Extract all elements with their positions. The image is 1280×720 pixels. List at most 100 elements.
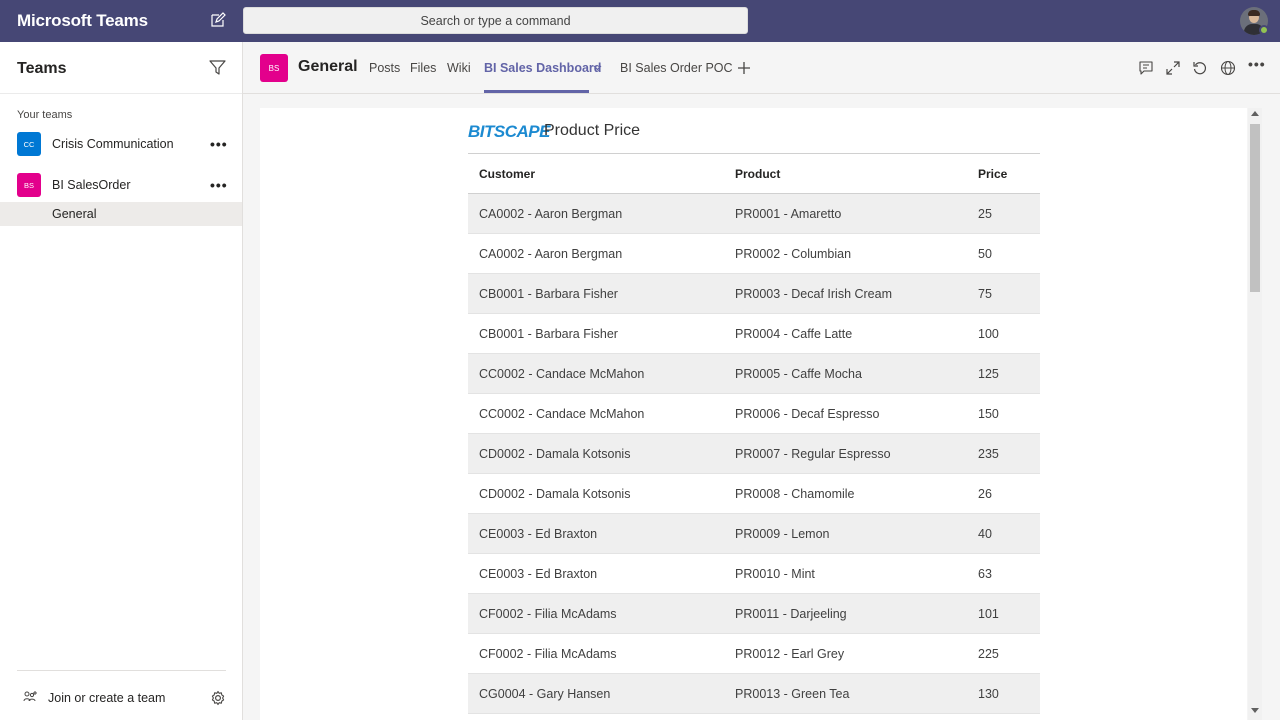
column-header-customer[interactable]: Customer [479,167,535,181]
team-item-crisis-communication[interactable]: CC Crisis Communication ••• [0,126,242,162]
active-tab-indicator [484,90,589,93]
table-row: CF0002 - Filia McAdams PR0012 - Earl Grey… [468,634,1040,674]
join-create-team-link[interactable]: Join or create a team [48,691,165,705]
new-chat-icon[interactable] [210,12,226,28]
globe-icon[interactable] [1220,60,1236,76]
add-tab-icon[interactable] [737,61,751,75]
price-cell: 150 [978,407,999,421]
team-name: BI SalesOrder [52,178,131,192]
table-row: CB0001 - Barbara Fisher PR0004 - Caffe La… [468,314,1040,354]
price-cell: 75 [978,287,992,301]
customer-cell: CA0002 - Aaron Bergman [479,247,623,261]
presence-status-icon [1259,25,1269,35]
product-cell: PR0013 - Green Tea [735,687,850,701]
settings-icon[interactable] [210,690,226,706]
price-cell: 26 [978,487,992,501]
customer-cell: CE0003 - Ed Braxton [479,527,598,541]
product-cell: PR0012 - Earl Grey [735,647,845,661]
table-header-row: Customer Product Price [468,154,1040,194]
customer-cell: CD0002 - Damala Kotsonis [479,447,631,461]
product-cell: PR0010 - Mint [735,567,815,581]
channel-header: BS General Posts Files Wiki BI Sales Das… [243,42,1280,94]
team-avatar: CC [17,132,41,156]
price-cell: 25 [978,207,992,221]
customer-cell: CC0002 - Candace McMahon [479,367,645,381]
tab-posts[interactable]: Posts [369,61,400,75]
customer-cell: CB0001 - Barbara Fisher [479,327,618,341]
more-options-icon[interactable]: ••• [210,136,228,152]
product-cell: PR0004 - Caffe Latte [735,327,853,341]
table-row: CB0001 - Barbara Fisher PR0003 - Decaf Ir… [468,274,1040,314]
refresh-icon[interactable] [1192,60,1208,76]
product-cell: PR0001 - Amaretto [735,207,842,221]
chevron-down-icon[interactable] [593,65,602,71]
customer-cell: CF0002 - Filia McAdams [479,647,617,661]
table-row: CC0002 - Candace McMahon PR0005 - Caffe M… [468,354,1040,394]
more-options-icon[interactable]: ••• [1248,56,1266,72]
price-cell: 101 [978,607,999,621]
customer-cell: CA0002 - Aaron Bergman [479,207,623,221]
more-options-icon[interactable]: ••• [210,177,228,193]
sidebar-footer: Join or create a team [17,670,226,720]
product-cell: PR0006 - Decaf Espresso [735,407,880,421]
column-header-price[interactable]: Price [978,167,1007,181]
price-cell: 235 [978,447,999,461]
table-row: CD0002 - Damala Kotsonis PR0007 - Regular… [468,434,1040,474]
join-team-icon[interactable] [23,690,38,704]
product-cell: PR0011 - Darjeeling [735,607,847,621]
sidebar-title: Teams [17,60,67,77]
customer-cell: CE0003 - Ed Braxton [479,567,598,581]
app-title: Microsoft Teams [17,11,148,30]
channel-team-avatar: BS [260,54,288,82]
product-cell: PR0009 - Lemon [735,527,830,541]
product-cell: PR0007 - Regular Espresso [735,447,891,461]
product-cell: PR0008 - Chamomile [735,487,855,501]
channel-title: General [298,58,358,75]
price-cell: 125 [978,367,999,381]
your-teams-label: Your teams [17,109,73,121]
product-cell: PR0005 - Caffe Mocha [735,367,862,381]
product-cell: PR0002 - Columbian [735,247,852,261]
product-cell: PR0003 - Decaf Irish Cream [735,287,893,301]
table-row: CD0002 - Damala Kotsonis PR0008 - Chamomi… [468,474,1040,514]
tab-bi-sales-dashboard[interactable]: BI Sales Dashboard [484,61,601,75]
vertical-scrollbar[interactable] [1248,108,1262,720]
scroll-up-icon[interactable] [1251,111,1259,116]
report-title: Product Price [544,122,641,139]
team-avatar: BS [17,173,41,197]
customer-cell: CG0004 - Gary Hansen [479,687,611,701]
product-price-table: Customer Product Price CA0002 - Aaron Be… [468,153,1040,714]
channel-name: General [52,207,97,221]
table-row: CC0002 - Candace McMahon PR0006 - Decaf E… [468,394,1040,434]
teams-sidebar: Teams Your teams CC Crisis Communication… [0,42,243,720]
expand-icon[interactable] [1165,60,1181,76]
filter-icon[interactable] [209,60,226,76]
price-cell: 225 [978,647,999,661]
team-item-bi-salesorder[interactable]: BS BI SalesOrder ••• [0,167,242,203]
column-header-product[interactable]: Product [735,167,780,181]
tab-files[interactable]: Files [410,61,436,75]
conversation-icon[interactable] [1138,60,1154,76]
table-row: CE0003 - Ed Braxton PR0009 - Lemon 40 [468,514,1040,554]
customer-cell: CD0002 - Damala Kotsonis [479,487,631,501]
scroll-down-icon[interactable] [1251,708,1259,713]
table-row: CA0002 - Aaron Bergman PR0001 - Amaretto 2… [468,194,1040,234]
price-cell: 63 [978,567,992,581]
customer-cell: CC0002 - Candace McMahon [479,407,645,421]
customer-cell: CB0001 - Barbara Fisher [479,287,618,301]
sidebar-header: Teams [0,42,242,94]
channel-item-general[interactable]: General [0,202,242,226]
report-canvas: BITSCAPE Product Price Customer Product … [260,108,1247,720]
price-cell: 100 [978,327,999,341]
scroll-thumb[interactable] [1250,124,1260,292]
search-input[interactable]: Search or type a command [243,7,748,34]
app-header: Microsoft Teams Search or type a command [0,0,1280,42]
price-cell: 40 [978,527,992,541]
table-row: CG0004 - Gary Hansen PR0013 - Green Tea 13… [468,674,1040,714]
tab-wiki[interactable]: Wiki [447,61,471,75]
team-name: Crisis Communication [52,137,174,151]
tab-bi-sales-order-poc[interactable]: BI Sales Order POC [620,61,733,75]
table-row: CA0002 - Aaron Bergman PR0002 - Columbian… [468,234,1040,274]
brand-logo: BITSCAPE [468,122,550,141]
table-row: CF0002 - Filia McAdams PR0011 - Darjeelin… [468,594,1040,634]
